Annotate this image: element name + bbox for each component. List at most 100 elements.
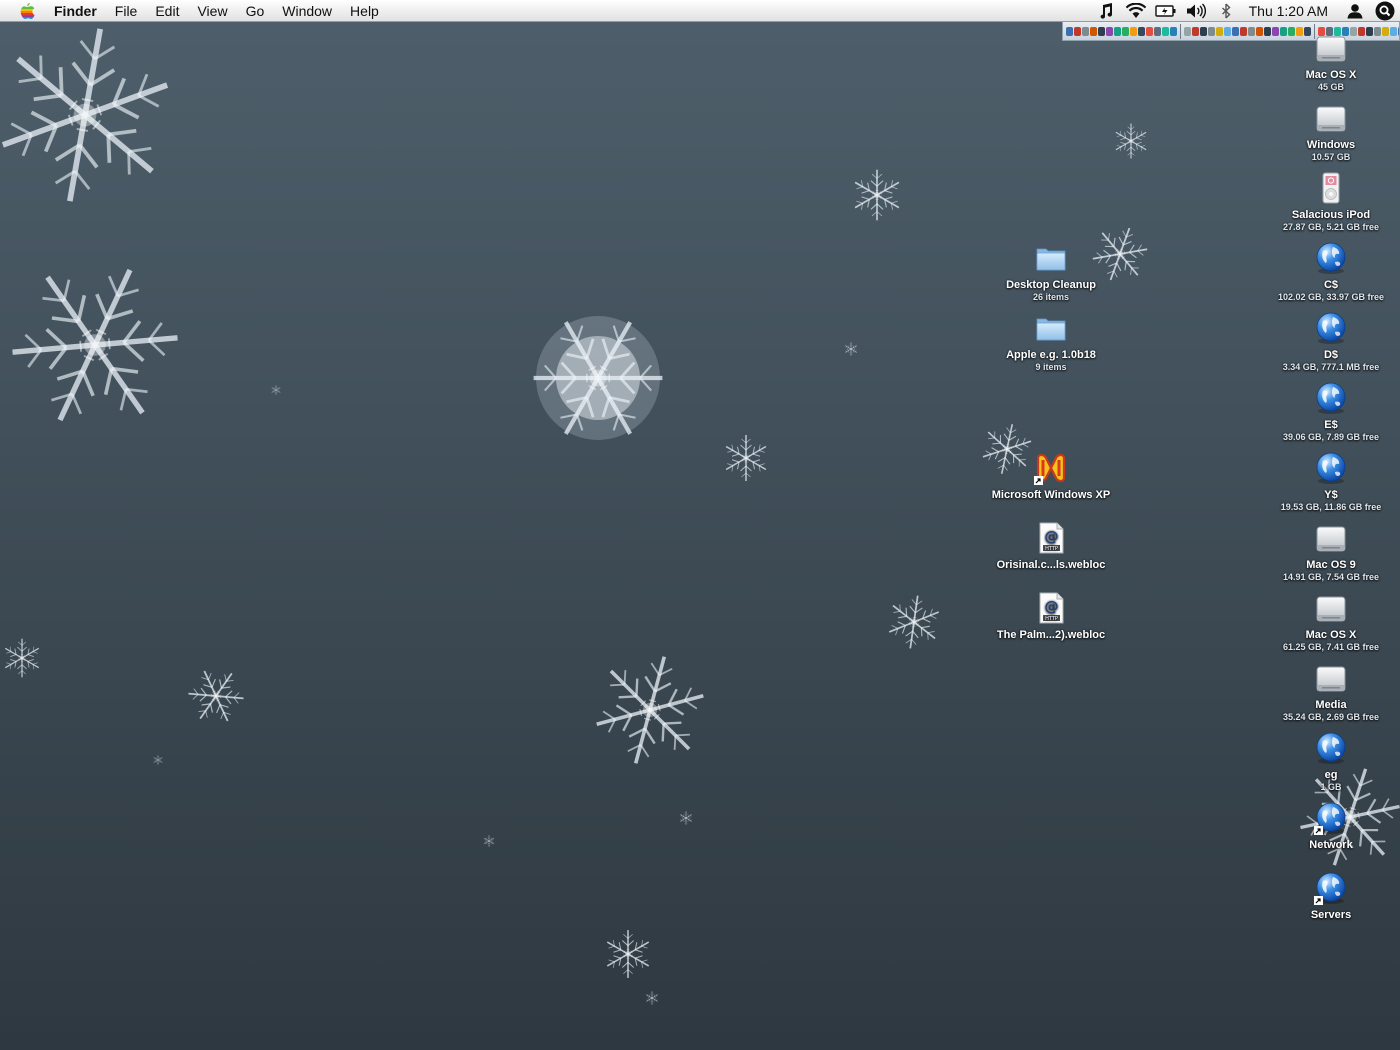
folder-icon <box>1034 311 1068 345</box>
menu-extra-icon[interactable] <box>1138 26 1145 36</box>
menu-extra-icon[interactable] <box>1162 26 1169 36</box>
desktop-icon[interactable]: D$ 3.34 GB, 777.1 MB free <box>1267 311 1395 373</box>
itunes-note-icon[interactable] <box>1091 0 1121 22</box>
desktop-icon-label: D$ <box>1323 349 1339 361</box>
menu-extra-icon[interactable] <box>1184 26 1191 36</box>
menu-extra-icon[interactable] <box>1248 26 1255 36</box>
network-globe-icon <box>1314 241 1348 275</box>
network-globe-icon <box>1314 731 1348 765</box>
desktop-icon-label: Orisinal.c...ls.webloc <box>996 559 1106 571</box>
menu-bar: Finder File Edit View Go Window Help Thu… <box>0 0 1400 22</box>
bluetooth-icon[interactable] <box>1211 0 1241 22</box>
svg-text:@: @ <box>1045 529 1059 545</box>
desktop-icon-label: Network <box>1309 839 1353 851</box>
desktop-icon[interactable]: Mac OS 9 14.91 GB, 7.54 GB free <box>1267 521 1395 583</box>
wifi-icon[interactable] <box>1121 0 1151 22</box>
desktop-icon[interactable]: Media 35.24 GB, 2.69 GB free <box>1267 661 1395 723</box>
menu-extra-icon[interactable] <box>1216 26 1223 36</box>
apple-menu-icon[interactable] <box>0 0 54 22</box>
desktop-icon-info: 3.34 GB, 777.1 MB free <box>1282 362 1380 372</box>
desktop-icon-label: Mac OS 9 <box>1306 559 1356 571</box>
menu-extra-icon[interactable] <box>1232 26 1239 36</box>
desktop-icon[interactable]: @ HTTP The Palm...2).webloc <box>987 591 1115 642</box>
desktop-icon-label: Media <box>1315 699 1347 711</box>
snowflake-decoration <box>884 592 944 652</box>
menu-extra-icon[interactable] <box>1130 26 1137 36</box>
menu-extras: Thu 1:20 AM <box>1091 0 1400 22</box>
hard-drive-icon <box>1314 101 1348 135</box>
snowflake-decoration <box>1112 122 1150 160</box>
desktop-icon-label: The Palm...2).webloc <box>996 629 1106 641</box>
menu-extra-icon[interactable] <box>1170 26 1177 36</box>
network-globe-icon <box>1314 871 1348 905</box>
desktop-icon-info: 1 GB <box>1320 782 1342 792</box>
menu-extra-icon[interactable] <box>1114 26 1121 36</box>
menu-help[interactable]: Help <box>341 0 388 22</box>
menu-clock[interactable]: Thu 1:20 AM <box>1241 0 1340 22</box>
desktop-icon-info: 26 items <box>1032 292 1070 302</box>
network-globe-icon <box>1314 451 1348 485</box>
menu-extra-icon[interactable] <box>1106 26 1113 36</box>
desktop-icon[interactable]: Network <box>1267 801 1395 852</box>
desktop-icon[interactable]: Apple e.g. 1.0b18 9 items <box>987 311 1115 373</box>
desktop-icon[interactable]: Mac OS X 45 GB <box>1267 31 1395 93</box>
desktop-icon-label: Salacious iPod <box>1291 209 1371 221</box>
folder-icon <box>1034 241 1068 275</box>
parallels-app-icon <box>1034 451 1068 485</box>
snowflake-decoration <box>0 636 44 680</box>
desktop-icon[interactable]: eg 1 GB <box>1267 731 1395 793</box>
menu-go[interactable]: Go <box>237 0 274 22</box>
desktop-icon[interactable]: Salacious iPod 27.87 GB, 5.21 GB free <box>1267 171 1395 233</box>
svg-text:HTTP: HTTP <box>1045 616 1058 622</box>
desktop-icon-label: Mac OS X <box>1305 629 1357 641</box>
snowflake-decoration <box>848 166 906 224</box>
menu-extra-icon[interactable] <box>1074 26 1081 36</box>
svg-text:@: @ <box>1045 599 1059 615</box>
desktop-icon-label: Desktop Cleanup <box>1006 279 1096 291</box>
desktop-icon-label: Mac OS X <box>1305 69 1357 81</box>
menu-extra-icon[interactable] <box>1082 26 1089 36</box>
svg-text:HTTP: HTTP <box>1045 546 1058 552</box>
desktop-icon[interactable]: Desktop Cleanup 26 items <box>987 241 1115 303</box>
desktop-icon-info: 39.06 GB, 7.89 GB free <box>1282 432 1380 442</box>
menu-extra-icon[interactable] <box>1256 26 1263 36</box>
desktop-icon[interactable]: E$ 39.06 GB, 7.89 GB free <box>1267 381 1395 443</box>
menu-extra-icon[interactable] <box>1208 26 1215 36</box>
menu-extra-icon[interactable] <box>1154 26 1161 36</box>
menu-window[interactable]: Window <box>273 0 341 22</box>
spotlight-icon[interactable] <box>1370 0 1400 22</box>
snowflake-decoration <box>270 384 282 396</box>
volume-icon[interactable] <box>1181 0 1211 22</box>
menu-extra-icon[interactable] <box>1200 26 1207 36</box>
snowflake-decoration <box>600 926 656 982</box>
desktop-icon[interactable]: Mac OS X 61.25 GB, 7.41 GB free <box>1267 591 1395 653</box>
snowflake-decoration <box>482 834 496 848</box>
user-icon[interactable] <box>1340 0 1370 22</box>
menu-edit[interactable]: Edit <box>146 0 188 22</box>
menu-view[interactable]: View <box>188 0 236 22</box>
desktop-icon[interactable]: Servers <box>1267 871 1395 922</box>
extras-divider <box>1180 23 1181 39</box>
menu-extra-icon[interactable] <box>1192 26 1199 36</box>
menu-extra-icon[interactable] <box>1090 26 1097 36</box>
desktop-icon[interactable]: Microsoft Windows XP <box>987 451 1115 502</box>
menu-file[interactable]: File <box>106 0 147 22</box>
desktop-icon[interactable]: @ HTTP Orisinal.c...ls.webloc <box>987 521 1115 572</box>
menu-extra-icon[interactable] <box>1146 26 1153 36</box>
menu-extra-icon[interactable] <box>1122 26 1129 36</box>
desktop-icon-info: 9 items <box>1035 362 1067 372</box>
desktop-icon[interactable]: Windows 10.57 GB <box>1267 101 1395 163</box>
menu-extra-icon[interactable] <box>1066 26 1073 36</box>
desktop-icon-info: 35.24 GB, 2.69 GB free <box>1282 712 1380 722</box>
desktop-icon-info: 14.91 GB, 7.54 GB free <box>1282 572 1380 582</box>
desktop-icon[interactable]: Y$ 19.53 GB, 11.86 GB free <box>1267 451 1395 513</box>
battery-icon[interactable] <box>1151 0 1181 22</box>
desktop-icon-info: 61.25 GB, 7.41 GB free <box>1282 642 1380 652</box>
menu-extra-icon[interactable] <box>1240 26 1247 36</box>
desktop-icon[interactable]: C$ 102.02 GB, 33.97 GB free <box>1267 241 1395 303</box>
menu-extra-icon[interactable] <box>1098 26 1105 36</box>
snowflake-decoration <box>644 990 660 1006</box>
desktop-icon-info: 45 GB <box>1317 82 1344 92</box>
menu-finder[interactable]: Finder <box>54 0 106 22</box>
menu-extra-icon[interactable] <box>1224 26 1231 36</box>
